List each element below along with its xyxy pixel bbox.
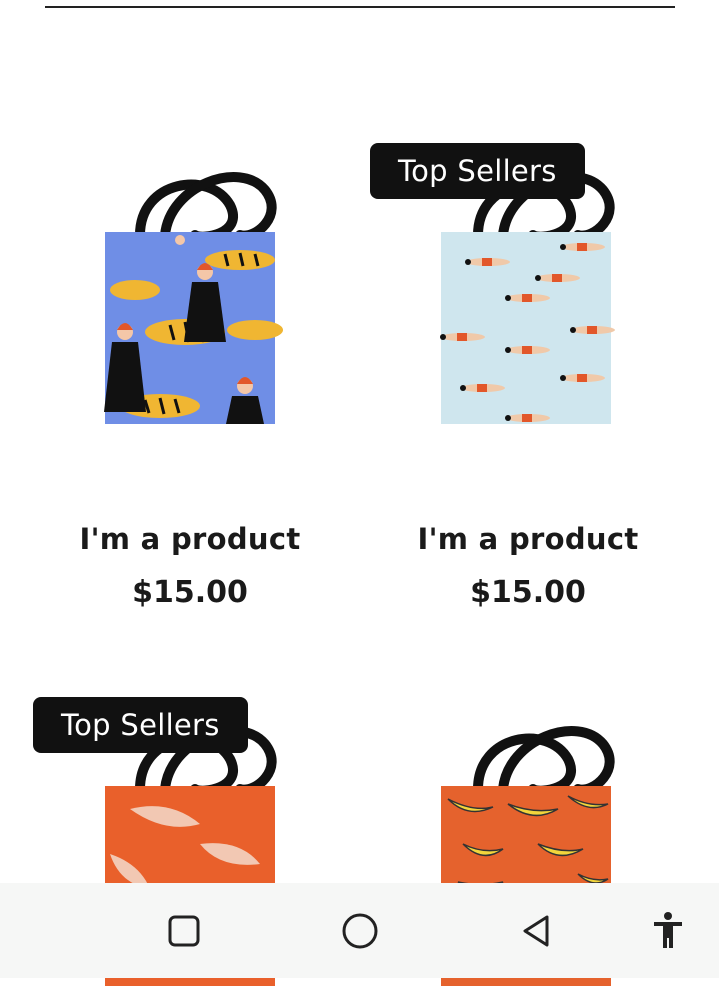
accessibility-button[interactable] bbox=[642, 905, 694, 957]
system-navigation-bar bbox=[0, 883, 719, 978]
back-button[interactable] bbox=[510, 905, 562, 957]
top-divider bbox=[45, 6, 675, 8]
accessibility-icon bbox=[654, 912, 682, 948]
back-icon bbox=[523, 915, 549, 947]
product-image-tote[interactable] bbox=[40, 150, 340, 450]
top-sellers-badge: Top Sellers bbox=[370, 143, 585, 199]
product-title[interactable]: I'm a product bbox=[378, 522, 678, 556]
home-icon bbox=[342, 913, 378, 949]
recent-apps-icon bbox=[168, 915, 200, 947]
home-button[interactable] bbox=[334, 905, 386, 957]
product-title[interactable]: I'm a product bbox=[40, 522, 340, 556]
product-price: $15.00 bbox=[132, 575, 248, 610]
recent-apps-button[interactable] bbox=[158, 905, 210, 957]
product-price: $15.00 bbox=[470, 575, 586, 610]
top-sellers-badge: Top Sellers bbox=[33, 697, 248, 753]
